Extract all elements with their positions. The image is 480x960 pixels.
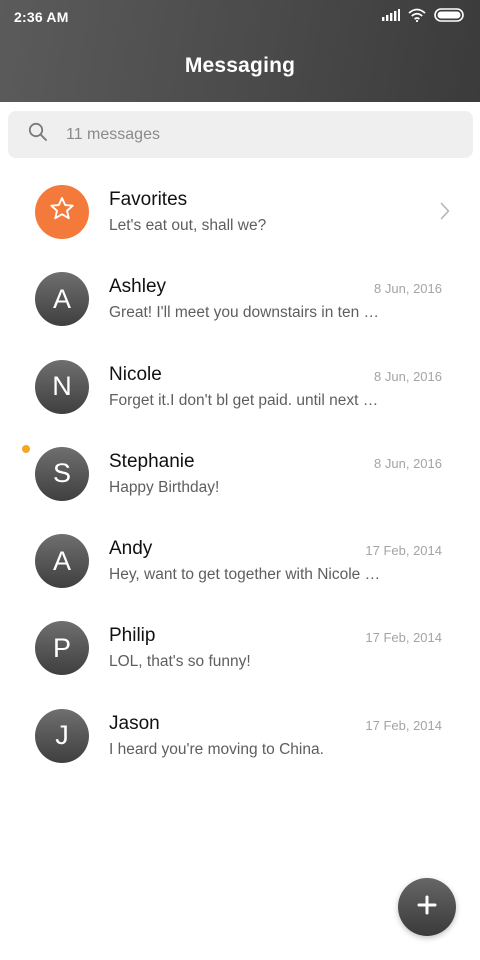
conversation-row[interactable]: A Andy 17 Feb, 2014 Hey, want to get tog… (0, 519, 480, 606)
message-preview: Hey, want to get together with Nicole … (109, 566, 381, 584)
status-time: 2:36 AM (14, 9, 69, 25)
conversation-row[interactable]: A Ashley 8 Jun, 2016 Great! I'll meet yo… (0, 257, 480, 344)
chevron-right-icon (440, 202, 450, 225)
avatar: P (35, 621, 89, 676)
page-title: Messaging (184, 54, 296, 77)
message-preview: I heard you're moving to China. (109, 740, 324, 758)
message-preview: Forget it.I don't bl get paid. until nex… (109, 391, 379, 409)
message-date: 17 Feb, 2014 (365, 543, 442, 559)
search-placeholder: 11 messages (66, 125, 160, 143)
status-bar: 2:36 AM (0, 0, 480, 34)
wifi-icon (408, 8, 426, 27)
contact-name: Jason (109, 712, 160, 734)
message-preview: Let's eat out, shall we? (109, 217, 267, 234)
conversation-row[interactable]: J Jason 17 Feb, 2014 I heard you're movi… (0, 694, 480, 781)
message-preview: Happy Birthday! (109, 478, 220, 496)
contact-name: Andy (109, 538, 153, 560)
plus-icon (416, 894, 438, 921)
contact-name: Favorites (109, 189, 188, 210)
contact-name: Stephanie (109, 450, 195, 472)
signal-icon (382, 8, 400, 26)
conversation-row[interactable]: S Stephanie 8 Jun, 2016 Happy Birthday! (0, 432, 480, 519)
message-date: 17 Feb, 2014 (365, 630, 442, 646)
status-icons (382, 7, 466, 27)
favorites-row[interactable]: Favorites Let's eat out, shall we? (0, 170, 480, 257)
conversation-list: Favorites Let's eat out, shall we? A Ash… (0, 170, 480, 781)
avatar: A (35, 272, 89, 327)
unread-indicator (22, 444, 30, 453)
message-preview: Great! I'll meet you downstairs in ten … (109, 304, 380, 322)
contact-name: Philip (109, 625, 156, 647)
message-date: 17 Feb, 2014 (365, 717, 442, 733)
avatar: S (35, 446, 89, 501)
search-bar[interactable]: 11 messages (8, 111, 473, 158)
contact-name: Ashley (109, 276, 167, 298)
compose-button[interactable] (398, 878, 456, 936)
avatar: A (35, 534, 89, 589)
star-icon (48, 195, 76, 230)
message-date: 8 Jun, 2016 (374, 455, 442, 471)
message-date: 8 Jun, 2016 (374, 368, 442, 384)
conversation-row[interactable]: P Philip 17 Feb, 2014 LOL, that's so fun… (0, 606, 480, 693)
message-date: 8 Jun, 2016 (374, 281, 442, 297)
contact-name: Nicole (109, 363, 162, 385)
app-header: 2:36 AM Messaging (0, 0, 480, 102)
avatar: N (35, 359, 89, 414)
message-preview: LOL, that's so funny! (109, 653, 251, 671)
favorites-avatar (35, 185, 89, 239)
avatar: J (35, 708, 89, 763)
search-icon (28, 122, 48, 147)
conversation-row[interactable]: N Nicole 8 Jun, 2016 Forget it.I don't b… (0, 345, 480, 432)
battery-icon (434, 7, 466, 27)
